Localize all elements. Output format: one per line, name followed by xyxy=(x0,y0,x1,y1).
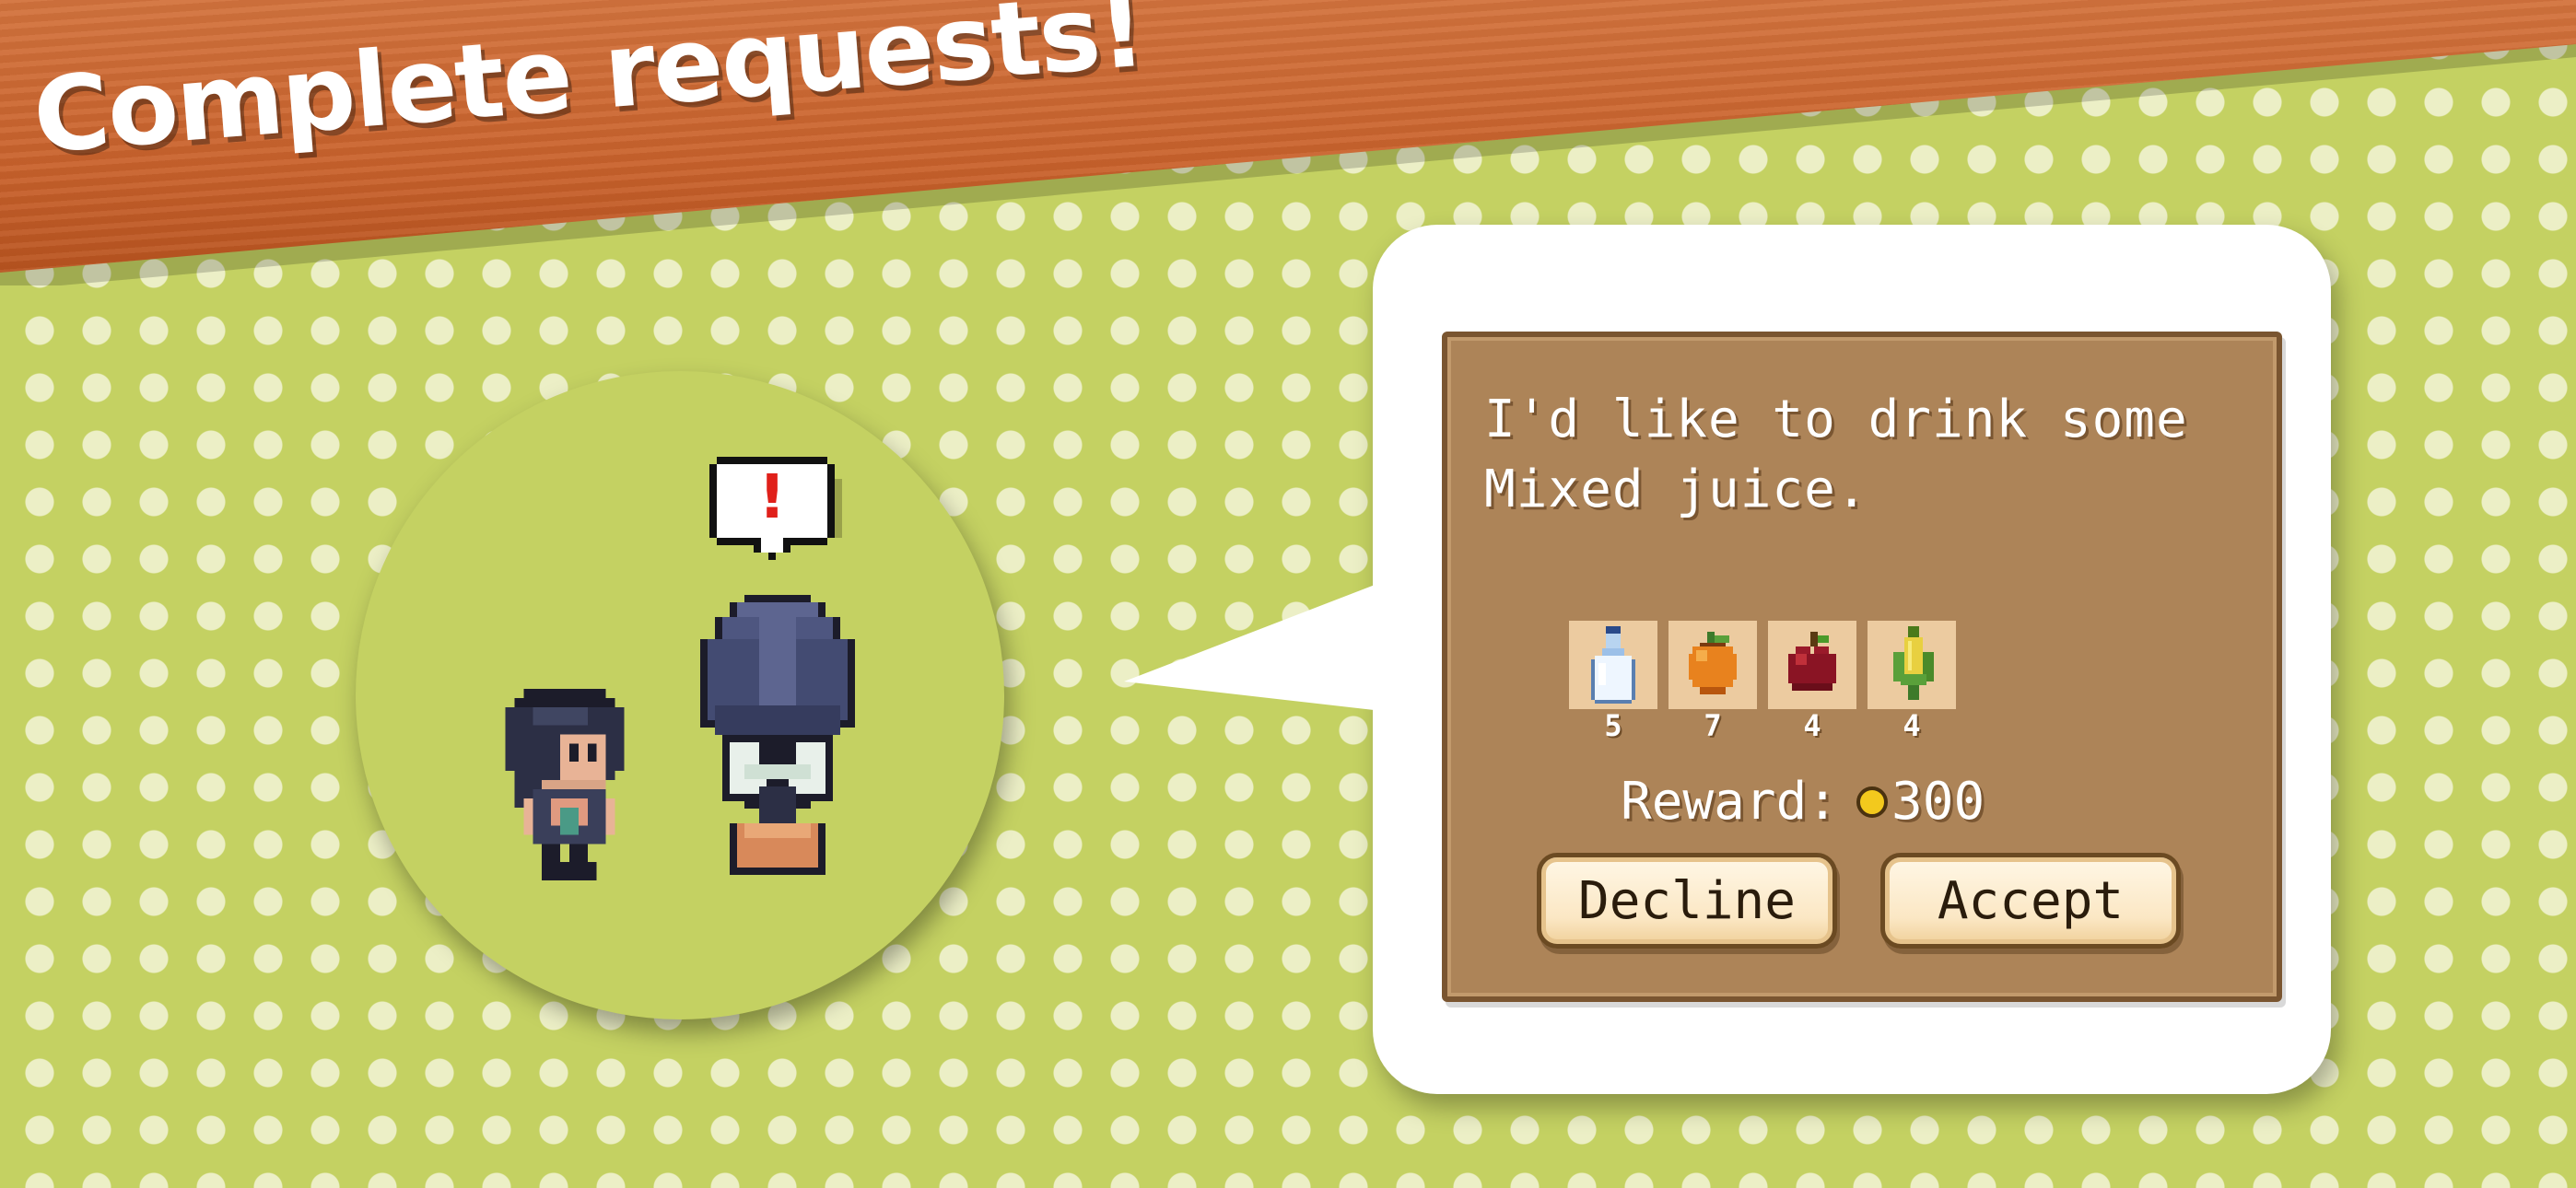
request-message: I'd like to drink some Mixed juice. xyxy=(1484,390,2188,519)
apple-icon xyxy=(1788,632,1836,691)
ingredient-apple: 4 xyxy=(1768,621,1856,740)
reward-amount: 300 xyxy=(1891,772,1985,832)
game-scene-circle xyxy=(356,371,1004,1019)
decline-button[interactable]: Decline xyxy=(1537,853,1837,949)
npc-character-sprite xyxy=(700,595,855,875)
coin-icon xyxy=(1856,786,1889,818)
ingredient-tile xyxy=(1868,621,1956,709)
player-character-sprite xyxy=(505,689,625,880)
ingredient-corn: 4 xyxy=(1868,621,1956,740)
ingredient-orange: 7 xyxy=(1669,621,1757,740)
ingredient-count: 4 xyxy=(1903,708,1921,743)
ingredient-tile xyxy=(1768,621,1856,709)
speech-panel-tail xyxy=(1124,582,1382,711)
ingredient-count: 5 xyxy=(1604,708,1622,743)
accept-button[interactable]: Accept xyxy=(1880,853,2181,949)
ingredient-tile xyxy=(1569,621,1657,709)
ingredient-count: 4 xyxy=(1803,708,1821,743)
milk-bottle-icon xyxy=(1591,626,1635,704)
ingredient-tile xyxy=(1669,621,1757,709)
corn-icon xyxy=(1893,626,1934,700)
reward-label: Reward: xyxy=(1621,772,1839,832)
ingredient-count: 7 xyxy=(1704,708,1722,743)
ingredient-list: 5 7 4 4 xyxy=(1569,621,1956,740)
alert-exclamation-icon: ! xyxy=(757,461,787,532)
request-dialog: I'd like to drink some Mixed juice. 5 7 … xyxy=(1442,332,2282,1002)
orange-icon xyxy=(1689,632,1737,694)
reward-row: Reward: 300 xyxy=(1621,772,1985,832)
ingredient-milk: 5 xyxy=(1569,621,1657,740)
